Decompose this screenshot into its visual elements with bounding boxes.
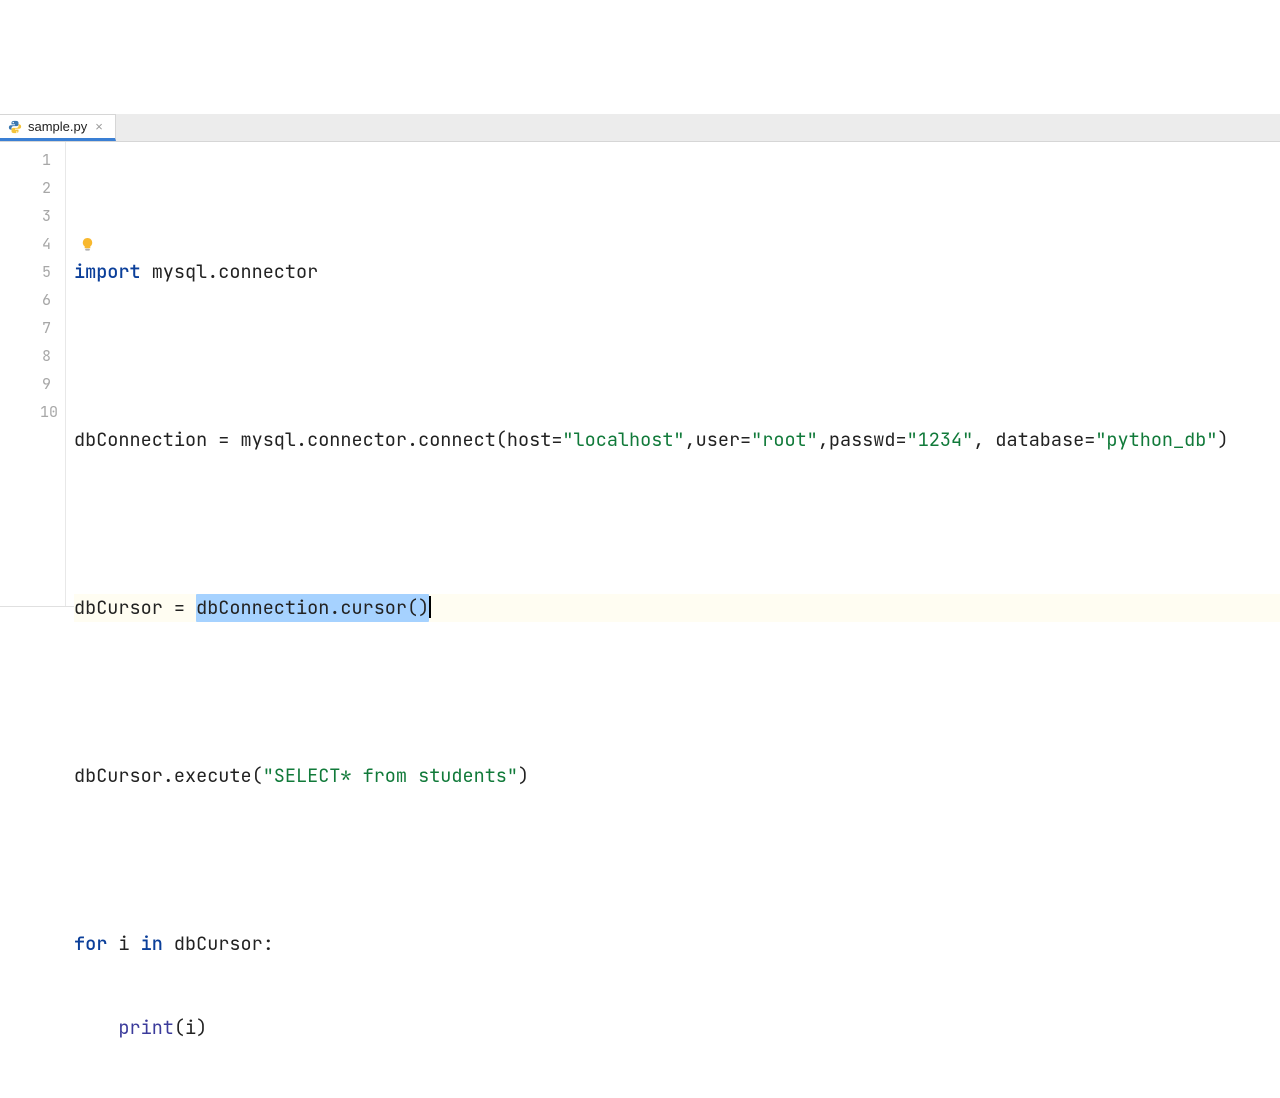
line-number: 10 — [0, 398, 65, 426]
line-number: 9 — [0, 370, 65, 398]
editor-tab-sample-py[interactable]: sample.py × — [0, 114, 116, 141]
code-line — [74, 846, 1280, 874]
line-number: 7 — [0, 314, 65, 342]
tab-filename: sample.py — [28, 119, 87, 134]
python-file-icon — [8, 120, 22, 134]
code-line: import mysql.connector — [74, 258, 1280, 286]
intention-bulb-icon[interactable] — [79, 236, 95, 252]
code-content[interactable]: import mysql.connector dbConnection = my… — [66, 142, 1280, 606]
line-number: 3 — [0, 202, 65, 230]
code-line — [74, 342, 1280, 370]
code-line: print(i) — [74, 1014, 1280, 1042]
line-number: 2 — [0, 174, 65, 202]
tab-close-icon[interactable]: × — [93, 119, 105, 134]
line-number: 4 — [0, 230, 65, 258]
code-line — [74, 510, 1280, 538]
code-editor[interactable]: 1 2 3 4 5 6 7 8 9 10 import mysql.connec… — [0, 142, 1280, 607]
code-line — [74, 678, 1280, 706]
blank-header — [0, 0, 1280, 114]
line-number: 6 — [0, 286, 65, 314]
line-number: 1 — [0, 146, 65, 174]
code-line-active: dbCursor = dbConnection.cursor() — [74, 594, 1280, 622]
editor-tab-bar: sample.py × — [0, 114, 1280, 142]
code-line: dbCursor.execute("SELECT* from students"… — [74, 762, 1280, 790]
line-number: 5 — [0, 258, 65, 286]
line-number-gutter: 1 2 3 4 5 6 7 8 9 10 — [0, 142, 66, 606]
code-line: for i in dbCursor: — [74, 930, 1280, 958]
code-line: dbConnection = mysql.connector.connect(h… — [74, 426, 1280, 454]
line-number: 8 — [0, 342, 65, 370]
selection: dbConnection.cursor() — [196, 594, 429, 622]
text-cursor — [429, 596, 431, 618]
